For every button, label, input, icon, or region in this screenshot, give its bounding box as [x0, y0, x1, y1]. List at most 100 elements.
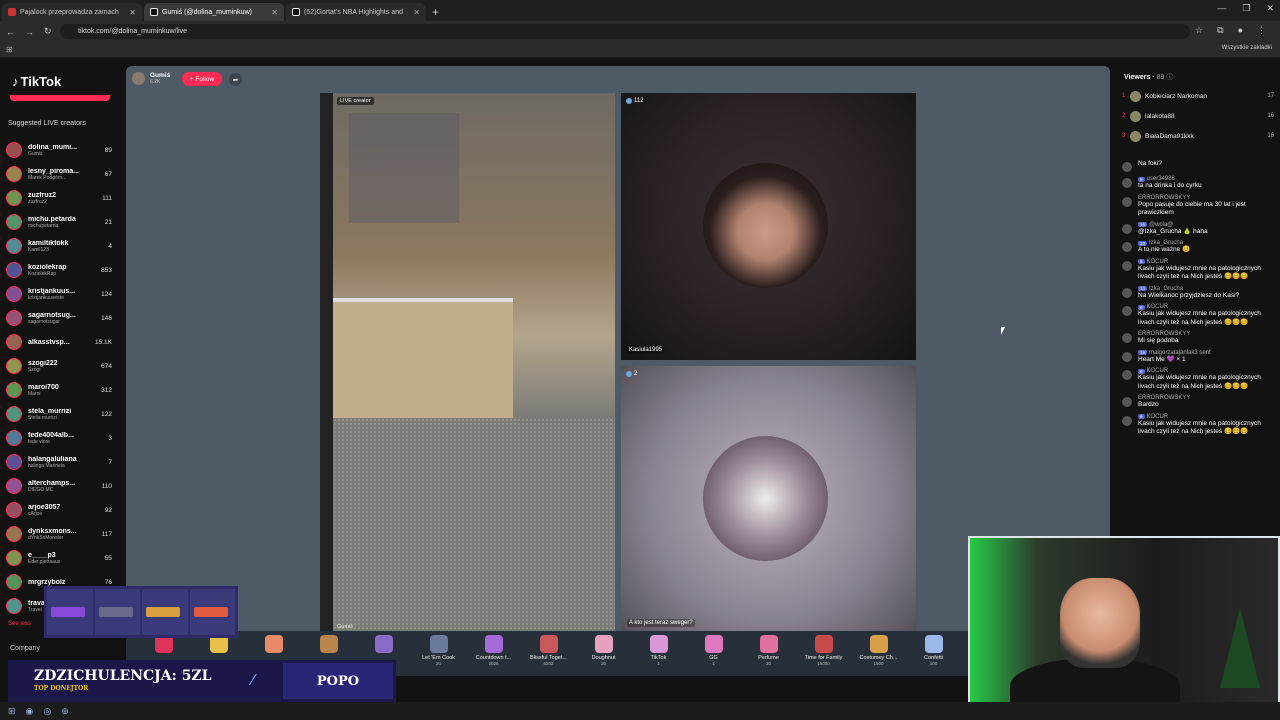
tiktok-logo[interactable]: ♪ TikTok	[12, 74, 61, 89]
chat-username[interactable]: ERRORROWSKYY	[1138, 195, 1190, 201]
creator-avatar[interactable]	[6, 166, 22, 182]
creator-item[interactable]: arjoe3057 cArjoe 92	[6, 498, 114, 522]
guest-panel-1[interactable]: 112 Kasiula1995	[621, 93, 916, 360]
chrome-icon[interactable]: ◎	[43, 706, 51, 717]
creator-avatar[interactable]	[6, 214, 22, 230]
viewer-avatar[interactable]	[1130, 90, 1141, 102]
creator-avatar[interactable]	[6, 526, 22, 542]
apps-grid-icon[interactable]: ⊞	[6, 45, 13, 54]
viewer-row[interactable]: 2 lalakota88 16	[1122, 106, 1274, 126]
creator-item[interactable]: alterchamps... DIEGO MC 110	[6, 474, 114, 498]
host-avatar[interactable]	[132, 72, 145, 85]
chat-avatar[interactable]	[1122, 260, 1132, 271]
forward-icon[interactable]: →	[25, 27, 34, 37]
host-info[interactable]: Gumiś 6.2K	[132, 72, 170, 85]
browser-tab[interactable]: Pajalock przeprowadza zamach ✕	[2, 3, 142, 21]
creator-item[interactable]: kamiltiktokk Kamil123 4	[6, 234, 114, 258]
chat-username[interactable]: malgorzatajaniak3 sent	[1149, 350, 1211, 356]
gift-item[interactable]: TikTok 1	[631, 635, 686, 666]
creator-item[interactable]: szogi222 Szogi 674	[6, 354, 114, 378]
minimize-icon[interactable]: —	[1217, 3, 1226, 14]
gift-item[interactable]: Time for Family 15000	[796, 635, 851, 666]
creator-item[interactable]: koziolekrap KoziolekRap 853	[6, 258, 114, 282]
creator-avatar[interactable]	[6, 382, 22, 398]
creator-item[interactable]: lesny_piroma... Marek Podgórn... 67	[6, 162, 114, 186]
creator-item[interactable]: alkasstvsp... 15.1K	[6, 330, 114, 354]
chat-avatar[interactable]	[1122, 370, 1132, 380]
discord-icon[interactable]: ◉	[26, 706, 34, 717]
gift-item[interactable]: Let 'Em Cook 20	[411, 635, 466, 666]
gift-item[interactable]: Confetti 100	[906, 635, 961, 666]
share-icon[interactable]: ➦	[229, 73, 242, 86]
creator-item[interactable]: stela_murrizi Stella murrizi 122	[6, 402, 114, 426]
maximize-icon[interactable]: ❐	[1242, 3, 1250, 14]
new-tab-button[interactable]: +	[432, 5, 439, 19]
chat-username[interactable]: @wcia@	[1149, 222, 1173, 228]
creator-item[interactable]: dolina_mumi... Gumiś 89	[6, 138, 114, 162]
viewer-row[interactable]: 1 Kobieciarz Narkoman 17	[1122, 86, 1274, 106]
chat-avatar[interactable]	[1122, 287, 1132, 298]
creator-item[interactable]: maroi700 Maroi 312	[6, 378, 114, 402]
creator-avatar[interactable]	[6, 286, 22, 302]
chat-username[interactable]: KOCUR	[1147, 414, 1169, 420]
company-link[interactable]: Company	[10, 645, 40, 652]
chat-username[interactable]: Izka_Grucha	[1149, 286, 1183, 292]
gift-item[interactable]: Doughnut 30	[576, 635, 631, 666]
chat-avatar[interactable]	[1122, 242, 1132, 252]
close-window-icon[interactable]: ✕	[1266, 3, 1274, 14]
gift-item[interactable]: Costumey Ch... 1500	[851, 635, 906, 666]
creator-item[interactable]: fede4004alb... fede vlore 3	[6, 426, 114, 450]
chat-avatar[interactable]	[1122, 351, 1132, 362]
back-icon[interactable]: ←	[6, 27, 15, 37]
chat-avatar[interactable]	[1122, 306, 1132, 316]
info-icon[interactable]: ⓘ	[1166, 74, 1173, 81]
extensions-icon[interactable]: ⧉	[1217, 25, 1223, 36]
creator-avatar[interactable]	[6, 406, 22, 422]
bookmark-star-icon[interactable]: ☆	[1195, 25, 1203, 36]
creator-item[interactable]: dynksxmons... dYnkSxMonster 117	[6, 522, 114, 546]
guest-panel-2[interactable]: 2 A kto jest teraz sweger?	[621, 366, 916, 633]
gift-item[interactable]: Countdown t... 2026	[466, 635, 521, 666]
creator-item[interactable]: halangaluliana halinga Marinela 7	[6, 450, 114, 474]
main-video-panel[interactable]: LIVE creator Gumiś	[320, 93, 615, 633]
reload-icon[interactable]: ↻	[44, 26, 52, 37]
browser-tab-active[interactable]: Gumiś (@dolina_muminkuw) ✕	[144, 3, 284, 21]
menu-icon[interactable]: ⋮	[1257, 25, 1266, 36]
browser-tab[interactable]: (62)Gortat's NBA Highlights and ✕	[286, 3, 426, 21]
creator-avatar[interactable]	[6, 238, 22, 254]
chat-avatar[interactable]	[1122, 223, 1132, 234]
creator-avatar[interactable]	[6, 430, 22, 446]
gift-item[interactable]: Blissful Toget... 6202	[521, 635, 576, 666]
creator-avatar[interactable]	[6, 358, 22, 374]
creator-avatar[interactable]	[6, 310, 22, 326]
creator-item[interactable]: e____p3 Eder.pjetraaus 55	[6, 546, 114, 570]
go-live-button[interactable]	[10, 95, 110, 101]
close-tab-icon[interactable]: ✕	[129, 8, 136, 17]
creator-item[interactable]: michu.petarda michupetarda 21	[6, 210, 114, 234]
chat-username[interactable]: KOCUR	[1147, 259, 1169, 265]
creator-avatar[interactable]	[6, 190, 22, 206]
creator-item[interactable]: zuzfruz2 zuzfruz2 111	[6, 186, 114, 210]
chat-avatar[interactable]	[1122, 178, 1132, 188]
creator-avatar[interactable]	[6, 334, 22, 350]
viewer-avatar[interactable]	[1130, 130, 1141, 142]
creator-item[interactable]: kristjankuus... kristjankuuseste 124	[6, 282, 114, 306]
viewer-avatar[interactable]	[1130, 110, 1141, 122]
chat-avatar[interactable]	[1122, 415, 1132, 426]
creator-avatar[interactable]	[6, 550, 22, 566]
chat-avatar[interactable]	[1122, 196, 1132, 207]
close-tab-icon[interactable]: ✕	[271, 8, 278, 17]
gift-item[interactable]: GG 1	[686, 635, 741, 666]
gift-item[interactable]: Perfume 20	[741, 635, 796, 666]
chat-avatar[interactable]	[1122, 333, 1132, 343]
viewer-row[interactable]: 3 BiałaDama91kkk 16	[1122, 126, 1274, 146]
creator-avatar[interactable]	[6, 502, 22, 518]
all-bookmarks-link[interactable]: Wszystkie zakładki	[1222, 45, 1272, 51]
creator-item[interactable]: sagarnotsug... sagarnotsugar 146	[6, 306, 114, 330]
close-tab-icon[interactable]: ✕	[413, 8, 420, 17]
windows-start-icon[interactable]: ⊞	[8, 706, 16, 717]
profile-icon[interactable]: ●	[1238, 25, 1243, 36]
see-less-link[interactable]: See less	[8, 621, 31, 627]
creator-avatar[interactable]	[6, 454, 22, 470]
creator-avatar[interactable]	[6, 574, 22, 590]
